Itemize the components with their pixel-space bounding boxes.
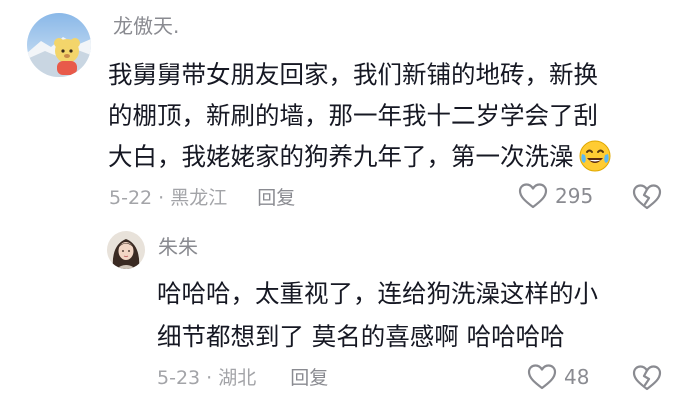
comment-text: 哈哈哈，太重视了，连给狗洗澡这样的小 细节都想到了 莫名的喜感啊 哈哈哈哈 bbox=[157, 272, 598, 358]
comment-meta: 5-23 · 湖北 回复 bbox=[157, 364, 328, 392]
comment-text-line: 哈哈哈，太重视了，连给狗洗澡这样的小 bbox=[157, 279, 598, 308]
comment-text: 我舅舅带女朋友回家，我们新铺的地砖，新换 的棚顶，新刷的墙，那一年我十二岁学会了… bbox=[108, 54, 612, 177]
like-count: 295 bbox=[555, 184, 594, 208]
date-location: 5-22 · 黑龙江 bbox=[109, 187, 228, 209]
comment-text-line: 我舅舅带女朋友回家，我们新铺的地砖，新换 bbox=[108, 60, 598, 89]
comment-meta: 5-22 · 黑龙江 回复 bbox=[109, 184, 295, 212]
reply-button[interactable]: 回复 bbox=[257, 184, 295, 212]
like-count: 48 bbox=[564, 365, 590, 389]
dislike-button[interactable] bbox=[632, 364, 662, 396]
avatar[interactable] bbox=[27, 13, 91, 77]
like-button[interactable]: 295 bbox=[518, 182, 593, 210]
avatar-image bbox=[27, 13, 91, 77]
comment-2-reply: 朱朱 哈哈哈，太重视了，连给狗洗澡这样的小 细节都想到了 莫名的喜感啊 哈哈哈哈… bbox=[0, 225, 690, 407]
heart-icon bbox=[518, 183, 548, 209]
broken-heart-icon bbox=[632, 184, 662, 210]
comment-text-line: 的棚顶，新刷的墙，那一年我十二岁学会了刮 bbox=[108, 101, 598, 130]
comment-text-line: 大白，我姥姥家的狗养九年了，第一次洗澡 bbox=[108, 136, 612, 177]
reply-button[interactable]: 回复 bbox=[290, 364, 328, 392]
avatar-image bbox=[107, 231, 145, 269]
comment-1: 龙傲天. 我舅舅带女朋友回家，我们新铺的地砖，新换 的棚顶，新刷的墙，那一年我十… bbox=[0, 0, 690, 225]
username[interactable]: 朱朱 bbox=[158, 233, 198, 261]
avatar[interactable] bbox=[107, 231, 145, 269]
like-button[interactable]: 48 bbox=[527, 363, 589, 391]
date-location: 5-23 · 湖北 bbox=[157, 367, 257, 389]
username[interactable]: 龙傲天. bbox=[113, 12, 179, 40]
crying-laughing-emoji bbox=[579, 140, 610, 172]
heart-icon bbox=[527, 364, 557, 390]
comment-text-line: 细节都想到了 莫名的喜感啊 哈哈哈哈 bbox=[157, 322, 565, 351]
dislike-button[interactable] bbox=[632, 183, 662, 215]
broken-heart-icon bbox=[632, 365, 662, 391]
